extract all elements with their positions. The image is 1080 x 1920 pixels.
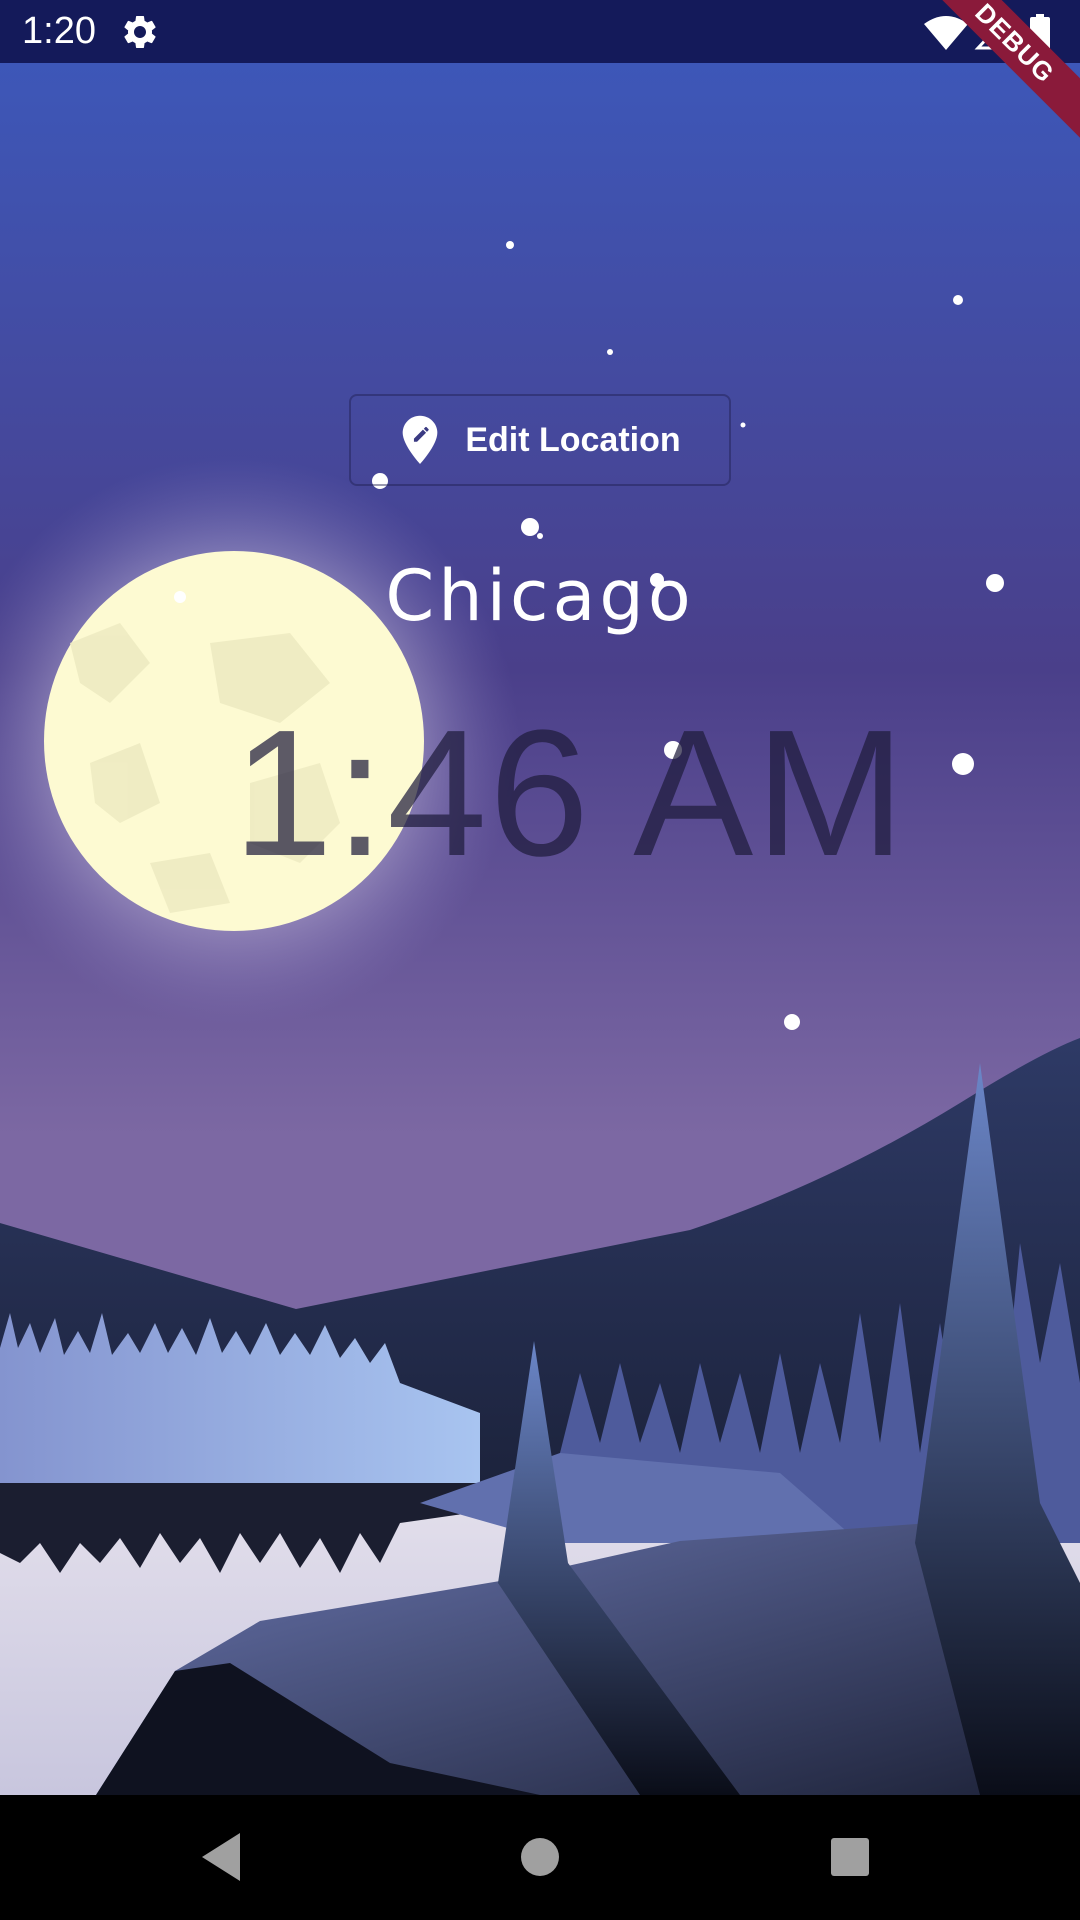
night-scene xyxy=(0,63,1080,1795)
back-triangle-icon[interactable] xyxy=(192,1825,256,1889)
edit-location-button[interactable]: Edit Location xyxy=(349,394,731,486)
home-circle-icon[interactable] xyxy=(508,1825,572,1889)
status-time: 1:20 xyxy=(22,10,96,52)
recents-square-icon[interactable] xyxy=(818,1825,882,1889)
navigation-bar xyxy=(0,1795,1080,1920)
night-landscape-illustration xyxy=(0,63,1080,1795)
edit-location-label: Edit Location xyxy=(465,420,681,459)
current-time: 1:46 AM xyxy=(232,693,908,894)
app-screen: 1:20 DEBUG Edit Location Chicago 1:46 AM xyxy=(0,0,1080,1920)
edit-location-icon xyxy=(402,415,438,464)
location-name: Chicago xyxy=(385,555,695,637)
wifi-icon xyxy=(924,16,968,50)
status-bar: 1:20 xyxy=(0,0,1080,63)
gear-icon xyxy=(124,15,156,48)
